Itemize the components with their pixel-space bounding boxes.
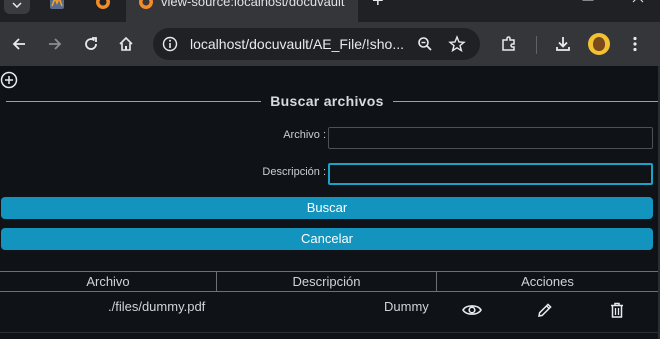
browser-tabstrip: view-source:localhost/docuvault + <box>0 0 660 22</box>
forward-button[interactable] <box>45 34 65 54</box>
home-button[interactable] <box>116 34 136 54</box>
downloads-button[interactable] <box>553 34 573 54</box>
edit-button[interactable] <box>535 300 555 320</box>
profile-avatar[interactable] <box>588 33 610 55</box>
column-header-acciones: Acciones <box>437 271 658 292</box>
table-row: ./files/dummy.pdf Dummy <box>0 293 658 333</box>
tab-search-button[interactable] <box>4 0 30 14</box>
descripcion-label: Descripción : <box>262 166 326 178</box>
browser-toolbar: localhost/docuvault/AE_File/!sho... <box>0 22 660 66</box>
site-info-icon[interactable] <box>162 36 178 52</box>
arrow-left-icon <box>12 38 25 50</box>
toolbar-divider <box>536 36 537 54</box>
archivo-label: Archivo : <box>283 129 326 141</box>
view-button[interactable] <box>462 300 482 320</box>
delete-button[interactable] <box>607 300 627 320</box>
home-icon <box>119 36 133 51</box>
reload-button[interactable] <box>81 34 101 54</box>
plus-circle-icon[interactable] <box>0 71 18 89</box>
minimize-icon[interactable] <box>527 0 547 10</box>
fieldset-border-left <box>6 101 261 102</box>
address-bar[interactable]: localhost/docuvault/AE_File/!sho... <box>153 28 480 60</box>
cell-archivo: ./files/dummy.pdf <box>108 299 206 314</box>
trash-icon <box>611 302 623 318</box>
archivo-input[interactable] <box>328 127 653 149</box>
buscar-button[interactable]: Buscar <box>1 197 653 219</box>
url-text[interactable]: localhost/docuvault/AE_File/!sho... <box>190 36 404 52</box>
page-content: Buscar archivos Archivo : Descripción : … <box>0 66 658 339</box>
column-header-descripcion: Descripción <box>217 271 437 292</box>
descripcion-input[interactable] <box>328 163 653 185</box>
tab-favicon-icon[interactable] <box>95 0 111 10</box>
cell-descripcion: Dummy <box>384 299 429 314</box>
bookmark-star-icon[interactable] <box>448 35 466 53</box>
tab-favicon-icon <box>139 0 153 9</box>
new-tab-button[interactable]: + <box>372 0 388 11</box>
avatar-face <box>593 37 605 51</box>
fieldset-border-right <box>393 101 658 102</box>
eye-icon <box>462 305 482 315</box>
search-legend: Buscar archivos <box>270 93 384 109</box>
tab-title: view-source:localhost/docuvault <box>161 0 345 9</box>
chevron-down-icon <box>12 2 22 8</box>
maximize-icon[interactable] <box>578 0 598 10</box>
tab-favicon-icon[interactable] <box>49 0 65 10</box>
puzzle-icon <box>502 36 515 51</box>
arrow-right-icon <box>49 38 62 50</box>
cancelar-button[interactable]: Cancelar <box>1 228 653 250</box>
download-icon <box>556 37 570 51</box>
back-button[interactable] <box>9 34 29 54</box>
pencil-icon <box>538 303 552 317</box>
zoom-icon[interactable] <box>417 36 433 52</box>
extensions-button[interactable] <box>499 34 519 54</box>
close-window-icon[interactable] <box>628 0 648 10</box>
column-header-archivo: Archivo <box>0 271 217 292</box>
reload-icon <box>85 37 97 50</box>
browser-menu-button[interactable] <box>625 34 645 54</box>
active-tab[interactable]: view-source:localhost/docuvault <box>126 0 358 22</box>
kebab-menu-icon <box>633 36 637 52</box>
